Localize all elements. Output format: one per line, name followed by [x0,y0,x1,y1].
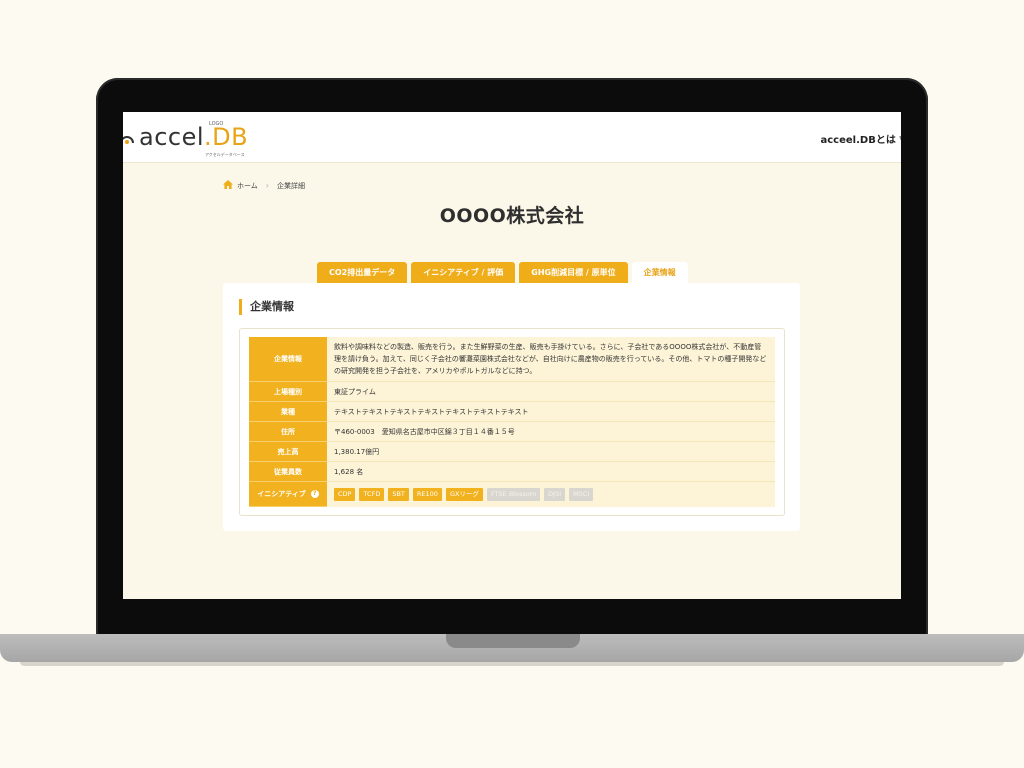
table-row: 売上高 1,380.17億円 [249,441,775,462]
initiative-badges: CDP TCFD SBT RE100 GXリーグ FTSE Blossom DJ… [334,487,768,501]
home-icon[interactable] [223,180,233,191]
row-value: 〒460-0003 愛知県名古屋市中区錦３丁目１４番１５号 [327,421,775,442]
stage: accel.DB LOGO アクセルデータベース acceel.DBとは ▽ ホ… [0,0,1024,768]
logo-mark-icon [123,130,135,146]
tab-initiatives[interactable]: イニシアティブ / 評価 [411,262,516,283]
row-value: CDP TCFD SBT RE100 GXリーグ FTSE Blossom DJ… [327,481,775,507]
breadcrumb-home[interactable]: ホーム [237,181,258,191]
laptop-shadow [20,662,1004,666]
row-label: 住所 [249,421,327,442]
tab-bar: CO2排出量データ イニシアティブ / 評価 GHG削減目標 / 原単位 企業情… [317,262,688,283]
info-table: 企業情報 飲料や調味料などの製造、販売を行う。また生鮮野菜の生産、販売も手掛けて… [249,337,775,507]
badge-gx-league: GXリーグ [445,487,483,501]
breadcrumb: ホーム › 企業詳細 [223,180,305,191]
row-value: 1,380.17億円 [327,441,775,462]
row-label: 業種 [249,401,327,422]
row-label: イニシアティブ ? [249,481,327,507]
company-info-card: 企業情報 企業情報 飲料や調味料などの製造、販売を行う。また生鮮野菜の生産、販売… [223,283,800,531]
table-row: 業種 テキストテキストテキストテキストテキストテキストテキスト [249,401,775,422]
help-icon[interactable]: ? [310,490,319,498]
table-row: 住所 〒460-0003 愛知県名古屋市中区錦３丁目１４番１５号 [249,421,775,442]
logo[interactable]: accel.DB LOGO アクセルデータベース [123,121,249,157]
row-value: 1,628 名 [327,461,775,482]
table-row: 従業員数 1,628 名 [249,461,775,482]
page-title: OOOO株式会社 [439,205,585,227]
table-row: 上場種別 東証プライム [249,381,775,402]
laptop-notch [446,634,580,648]
row-value: 飲料や調味料などの製造、販売を行う。また生鮮野菜の生産、販売も手掛けている。さら… [327,337,775,382]
table-row: 企業情報 飲料や調味料などの製造、販売を行う。また生鮮野菜の生産、販売も手掛けて… [249,337,775,382]
badge-tcfd: TCFD [359,487,385,501]
chevron-right-icon: › [265,181,269,190]
tab-company-info[interactable]: 企業情報 [631,262,688,283]
browser-screen: accel.DB LOGO アクセルデータベース acceel.DBとは ▽ ホ… [123,112,901,599]
initiative-label: イニシアティブ [257,490,306,498]
badge-ftse-blossom: FTSE Blossom [486,487,541,501]
row-label: 上場種別 [249,381,327,402]
badge-msci: MSCI [569,487,594,501]
logo-small-text: LOGO [209,121,224,127]
row-label: 企業情報 [249,337,327,382]
row-label: 売上高 [249,441,327,462]
badge-cdp: CDP [334,487,356,501]
nav-about[interactable]: acceel.DBとは ▽ [821,131,902,146]
badge-re100: RE100 [412,487,442,501]
tab-ghg-targets[interactable]: GHG削減目標 / 原単位 [519,262,628,283]
site-header: accel.DB LOGO アクセルデータベース acceel.DBとは ▽ [123,112,901,163]
row-value: 東証プライム [327,381,775,402]
info-table-wrapper: 企業情報 飲料や調味料などの製造、販売を行う。また生鮮野菜の生産、販売も手掛けて… [239,328,785,516]
breadcrumb-current: 企業詳細 [277,181,305,190]
section-title: 企業情報 [239,299,294,315]
logo-text: accel.DB [139,123,249,151]
badge-djsi: DJSI [544,487,566,501]
row-value: テキストテキストテキストテキストテキストテキストテキスト [327,401,775,422]
logo-subtitle: アクセルデータベース [205,152,245,157]
badge-sbt: SBT [388,487,409,501]
row-label: 従業員数 [249,461,327,482]
tab-co2-data[interactable]: CO2排出量データ [317,262,408,283]
table-row-initiatives: イニシアティブ ? CDP TCFD SBT RE100 GXリーグ FTSE … [249,481,775,507]
